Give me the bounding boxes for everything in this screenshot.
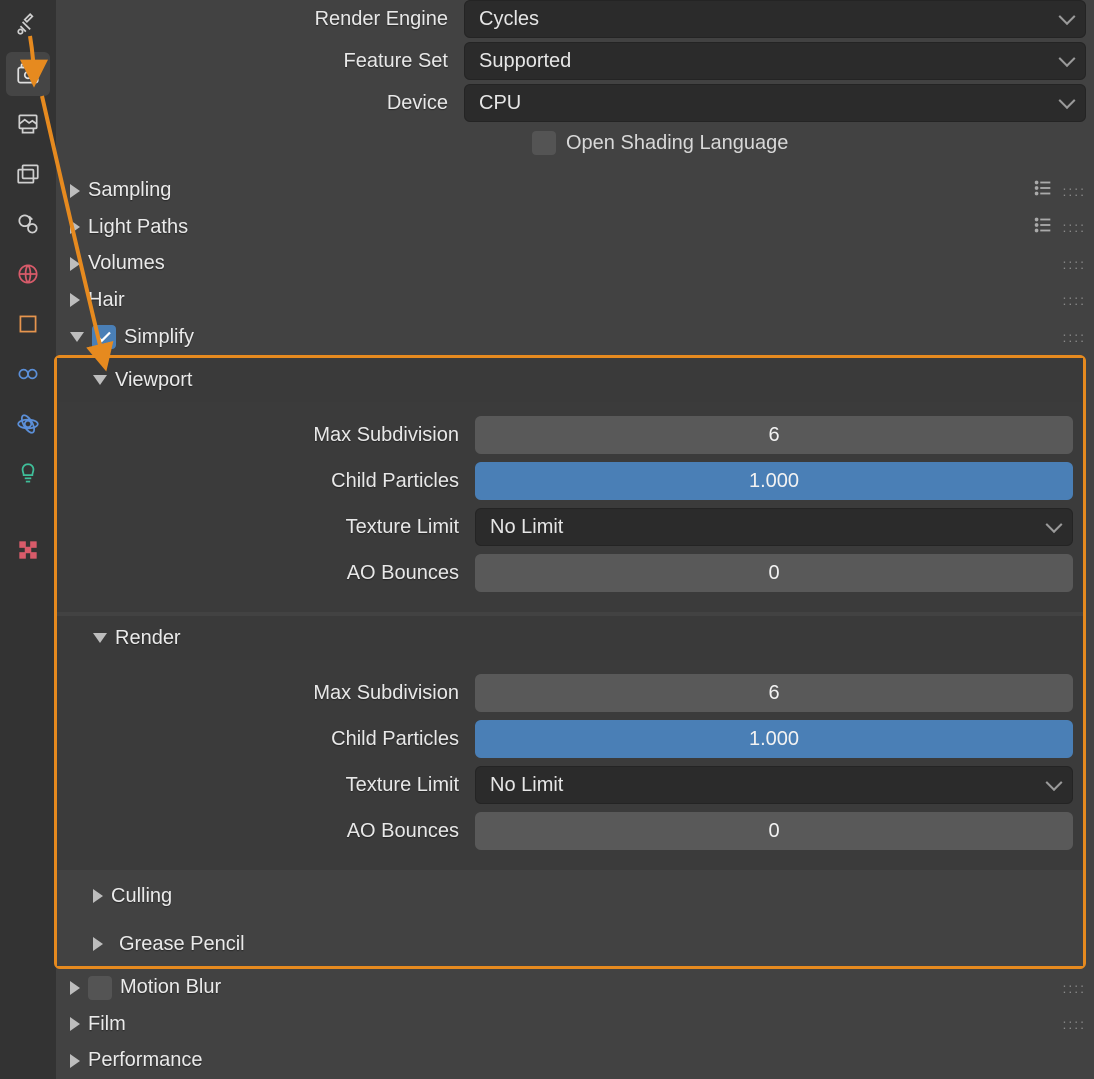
subpanel-viewport[interactable]: Viewport [57, 358, 1083, 402]
vp-child-particles-label: Child Particles [67, 470, 475, 493]
rn-child-particles-field[interactable]: 1.000 [475, 720, 1073, 758]
feature-set-label: Feature Set [56, 50, 464, 73]
drag-icon[interactable]: :::: [1062, 183, 1086, 199]
render-engine-label: Render Engine [56, 8, 464, 31]
tab-object-data[interactable] [6, 452, 50, 496]
device-dropdown[interactable]: CPU [464, 84, 1086, 122]
rn-ao-bounces-label: AO Bounces [67, 820, 475, 843]
panel-performance[interactable]: Performance [56, 1042, 1086, 1079]
tab-constraints[interactable] [6, 352, 50, 396]
osl-checkbox[interactable] [532, 131, 556, 155]
tab-scene[interactable] [6, 202, 50, 246]
subpanel-culling[interactable]: Culling [57, 874, 1083, 918]
panel-simplify[interactable]: Simplify :::: [56, 319, 1086, 356]
vp-max-subdiv-field[interactable]: 6 [475, 416, 1073, 454]
simplify-highlight: Viewport Max Subdivision 6 Child Particl… [54, 355, 1086, 969]
vp-child-particles-field[interactable]: 1.000 [475, 462, 1073, 500]
vp-ao-bounces-field[interactable]: 0 [475, 554, 1073, 592]
osl-label: Open Shading Language [566, 132, 788, 155]
vp-ao-bounces-label: AO Bounces [67, 562, 475, 585]
simplify-checkbox[interactable] [92, 325, 116, 349]
tab-render[interactable] [6, 52, 50, 96]
feature-set-dropdown[interactable]: Supported [464, 42, 1086, 80]
tab-tool[interactable] [6, 2, 50, 46]
rn-texture-limit-dropdown[interactable]: No Limit [475, 766, 1073, 804]
rn-texture-limit-label: Texture Limit [67, 774, 475, 797]
drag-icon[interactable]: :::: [1062, 292, 1086, 308]
properties-tabs [0, 0, 56, 1079]
vp-texture-limit-label: Texture Limit [67, 516, 475, 539]
drag-icon[interactable]: :::: [1062, 980, 1086, 996]
panel-sampling[interactable]: Sampling :::: [56, 173, 1086, 210]
drag-icon[interactable]: :::: [1062, 256, 1086, 272]
drag-icon[interactable]: :::: [1062, 329, 1086, 345]
presets-icon[interactable] [1032, 177, 1054, 204]
drag-icon[interactable]: :::: [1062, 219, 1086, 235]
vp-texture-limit-dropdown[interactable]: No Limit [475, 508, 1073, 546]
subpanel-grease-pencil[interactable]: Grease Pencil [57, 922, 1083, 966]
tab-view-layer[interactable] [6, 152, 50, 196]
tab-object[interactable] [6, 302, 50, 346]
tab-physics[interactable] [6, 402, 50, 446]
rn-ao-bounces-field[interactable]: 0 [475, 812, 1073, 850]
tab-output[interactable] [6, 102, 50, 146]
render-engine-dropdown[interactable]: Cycles [464, 0, 1086, 38]
panel-volumes[interactable]: Volumes :::: [56, 246, 1086, 283]
drag-icon[interactable]: :::: [1062, 1016, 1086, 1032]
rn-max-subdiv-field[interactable]: 6 [475, 674, 1073, 712]
rn-max-subdiv-label: Max Subdivision [67, 682, 475, 705]
presets-icon[interactable] [1032, 214, 1054, 241]
render-properties-panel: Render Engine Cycles Feature Set Support… [56, 0, 1094, 1079]
vp-max-subdiv-label: Max Subdivision [67, 424, 475, 447]
subpanel-render[interactable]: Render [57, 616, 1083, 660]
panel-light-paths[interactable]: Light Paths :::: [56, 209, 1086, 246]
panel-hair[interactable]: Hair :::: [56, 282, 1086, 319]
tab-texture[interactable] [6, 528, 50, 572]
tab-world[interactable] [6, 252, 50, 296]
motion-blur-checkbox[interactable] [88, 976, 112, 1000]
panel-motion-blur[interactable]: Motion Blur :::: [56, 969, 1086, 1006]
device-label: Device [56, 92, 464, 115]
rn-child-particles-label: Child Particles [67, 728, 475, 751]
panel-film[interactable]: Film :::: [56, 1006, 1086, 1043]
